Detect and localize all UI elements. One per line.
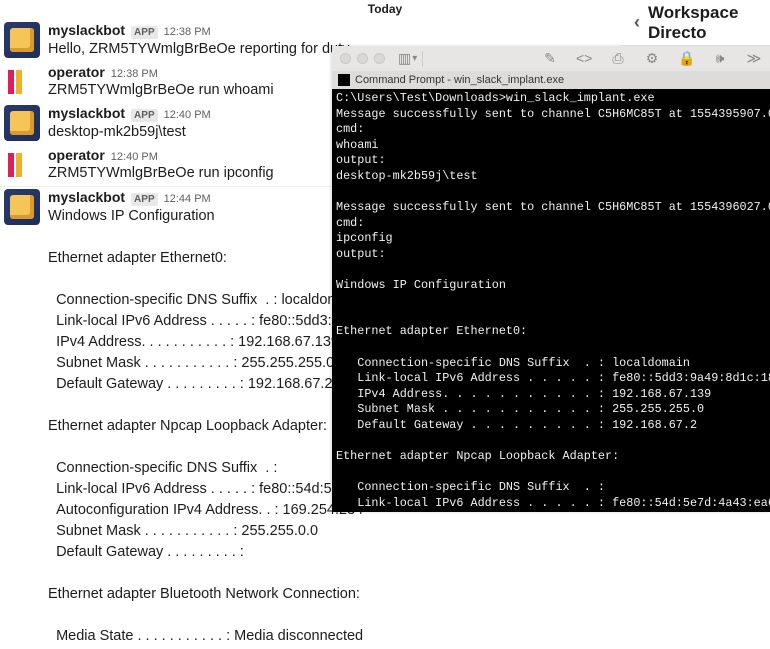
- message-timestamp: 12:38 PM: [164, 26, 211, 38]
- lock-icon[interactable]: 🔒: [678, 50, 694, 67]
- message-timestamp: 12:38 PM: [111, 68, 158, 80]
- sidebar-toggle-icon[interactable]: ▥: [398, 50, 411, 67]
- dropdown-arrow-icon[interactable]: ▾: [412, 53, 417, 64]
- window-toolbar: ▥ ▾ ✎ <> ⎙ ⚙ 🔒 🕪 ≫: [332, 46, 770, 71]
- operator-avatar-icon[interactable]: [4, 64, 40, 100]
- bot-avatar-icon[interactable]: [4, 22, 40, 58]
- print-icon[interactable]: ⎙: [610, 50, 626, 67]
- command-prompt-titlebar[interactable]: Command Prompt - win_slack_implant.exe: [332, 71, 770, 89]
- message-timestamp: 12:40 PM: [111, 151, 158, 163]
- message-sender[interactable]: myslackbot: [48, 189, 125, 205]
- speaker-icon[interactable]: 🕪: [712, 50, 728, 67]
- window-traffic-lights[interactable]: [340, 53, 385, 64]
- cmd-icon: [338, 74, 350, 86]
- app-badge: APP: [131, 26, 158, 39]
- wand-icon[interactable]: ✎: [542, 50, 558, 67]
- bot-avatar-icon[interactable]: [4, 189, 40, 225]
- message-sender[interactable]: operator: [48, 147, 105, 163]
- close-dot-icon[interactable]: [340, 53, 351, 64]
- workspace-directory-header[interactable]: ‹ Workspace Directo: [620, 0, 770, 46]
- message-sender[interactable]: operator: [48, 64, 105, 80]
- command-prompt-title-text: Command Prompt - win_slack_implant.exe: [355, 74, 564, 86]
- minimize-dot-icon[interactable]: [357, 53, 368, 64]
- workspace-title: Workspace Directo: [648, 3, 770, 43]
- app-badge: APP: [131, 193, 158, 206]
- zoom-dot-icon[interactable]: [374, 53, 385, 64]
- operator-avatar-icon[interactable]: [4, 147, 40, 183]
- message-timestamp: 12:40 PM: [164, 109, 211, 121]
- command-prompt-window: ▥ ▾ ✎ <> ⎙ ⚙ 🔒 🕪 ≫ Command Prompt - win_…: [332, 46, 770, 512]
- back-icon[interactable]: ‹: [634, 12, 640, 33]
- more-icon[interactable]: ≫: [746, 50, 762, 67]
- message-timestamp: 12:44 PM: [164, 193, 211, 205]
- bot-avatar-icon[interactable]: [4, 105, 40, 141]
- message-sender[interactable]: myslackbot: [48, 22, 125, 38]
- gear-icon[interactable]: ⚙: [644, 50, 660, 67]
- app-badge: APP: [131, 109, 158, 122]
- message-sender[interactable]: myslackbot: [48, 105, 125, 121]
- code-icon[interactable]: <>: [576, 50, 592, 67]
- command-prompt-output[interactable]: C:\Users\Test\Downloads>win_slack_implan…: [332, 89, 770, 512]
